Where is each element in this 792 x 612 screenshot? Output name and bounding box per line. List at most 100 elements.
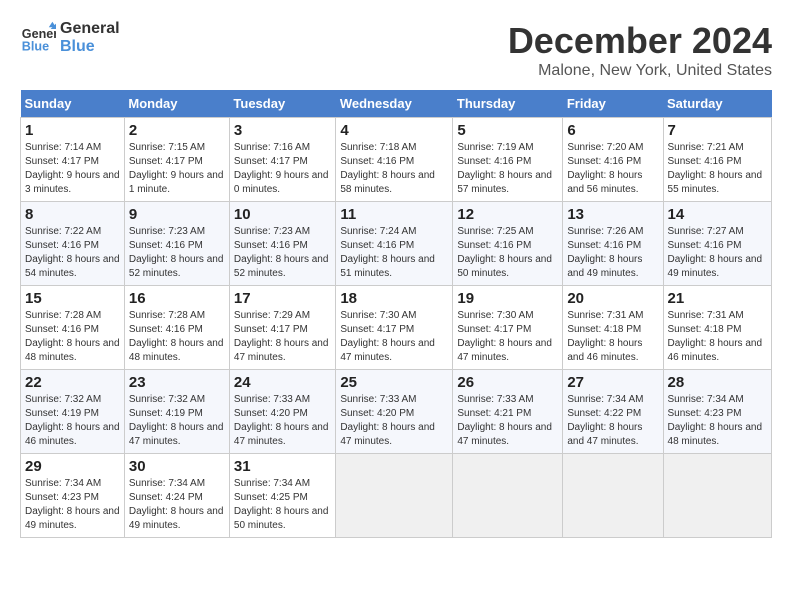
calendar-cell [663,454,771,538]
day-info: Sunrise: 7:32 AMSunset: 4:19 PMDaylight:… [129,394,224,447]
logo-line1: General [60,20,120,38]
calendar-cell [336,454,453,538]
header-sunday: Sunday [21,90,125,118]
calendar-cell: 19 Sunrise: 7:30 AMSunset: 4:17 PMDaylig… [453,286,563,370]
day-number: 25 [340,374,448,391]
day-info: Sunrise: 7:31 AMSunset: 4:18 PMDaylight:… [567,310,643,363]
day-number: 22 [25,374,120,391]
calendar-week-4: 22 Sunrise: 7:32 AMSunset: 4:19 PMDaylig… [21,370,772,454]
logo-line2: Blue [60,38,120,56]
day-info: Sunrise: 7:30 AMSunset: 4:17 PMDaylight:… [457,310,552,363]
day-number: 13 [567,206,658,223]
header-wednesday: Wednesday [336,90,453,118]
day-number: 3 [234,122,331,139]
subtitle: Malone, New York, United States [508,62,772,80]
calendar-table: SundayMondayTuesdayWednesdayThursdayFrid… [20,90,772,538]
day-info: Sunrise: 7:28 AMSunset: 4:16 PMDaylight:… [129,310,224,363]
day-number: 31 [234,458,331,475]
day-number: 19 [457,290,558,307]
day-info: Sunrise: 7:16 AMSunset: 4:17 PMDaylight:… [234,142,329,195]
day-info: Sunrise: 7:33 AMSunset: 4:20 PMDaylight:… [340,394,435,447]
logo: General Blue General Blue [20,20,120,56]
day-info: Sunrise: 7:34 AMSunset: 4:24 PMDaylight:… [129,478,224,531]
day-info: Sunrise: 7:25 AMSunset: 4:16 PMDaylight:… [457,226,552,279]
day-number: 2 [129,122,225,139]
calendar-cell: 22 Sunrise: 7:32 AMSunset: 4:19 PMDaylig… [21,370,125,454]
day-info: Sunrise: 7:21 AMSunset: 4:16 PMDaylight:… [668,142,763,195]
day-number: 15 [25,290,120,307]
day-info: Sunrise: 7:18 AMSunset: 4:16 PMDaylight:… [340,142,435,195]
day-info: Sunrise: 7:14 AMSunset: 4:17 PMDaylight:… [25,142,120,195]
calendar-cell: 6 Sunrise: 7:20 AMSunset: 4:16 PMDayligh… [563,118,663,202]
day-number: 8 [25,206,120,223]
title-area: December 2024 Malone, New York, United S… [508,20,772,80]
calendar-cell: 18 Sunrise: 7:30 AMSunset: 4:17 PMDaylig… [336,286,453,370]
calendar-week-5: 29 Sunrise: 7:34 AMSunset: 4:23 PMDaylig… [21,454,772,538]
day-info: Sunrise: 7:31 AMSunset: 4:18 PMDaylight:… [668,310,763,363]
svg-text:Blue: Blue [22,40,49,54]
day-number: 16 [129,290,225,307]
calendar-cell: 3 Sunrise: 7:16 AMSunset: 4:17 PMDayligh… [229,118,335,202]
day-info: Sunrise: 7:24 AMSunset: 4:16 PMDaylight:… [340,226,435,279]
calendar-week-2: 8 Sunrise: 7:22 AMSunset: 4:16 PMDayligh… [21,202,772,286]
day-info: Sunrise: 7:32 AMSunset: 4:19 PMDaylight:… [25,394,120,447]
day-number: 9 [129,206,225,223]
day-info: Sunrise: 7:33 AMSunset: 4:21 PMDaylight:… [457,394,552,447]
day-number: 30 [129,458,225,475]
calendar-week-3: 15 Sunrise: 7:28 AMSunset: 4:16 PMDaylig… [21,286,772,370]
day-number: 18 [340,290,448,307]
calendar-cell: 11 Sunrise: 7:24 AMSunset: 4:16 PMDaylig… [336,202,453,286]
main-title: December 2024 [508,20,772,62]
day-info: Sunrise: 7:19 AMSunset: 4:16 PMDaylight:… [457,142,552,195]
calendar-cell: 23 Sunrise: 7:32 AMSunset: 4:19 PMDaylig… [124,370,229,454]
logo-icon: General Blue [20,20,56,56]
day-info: Sunrise: 7:30 AMSunset: 4:17 PMDaylight:… [340,310,435,363]
day-number: 12 [457,206,558,223]
calendar-cell [563,454,663,538]
calendar-cell: 7 Sunrise: 7:21 AMSunset: 4:16 PMDayligh… [663,118,771,202]
day-info: Sunrise: 7:15 AMSunset: 4:17 PMDaylight:… [129,142,224,195]
day-number: 11 [340,206,448,223]
header-thursday: Thursday [453,90,563,118]
day-number: 20 [567,290,658,307]
day-info: Sunrise: 7:34 AMSunset: 4:22 PMDaylight:… [567,394,643,447]
calendar-cell: 29 Sunrise: 7:34 AMSunset: 4:23 PMDaylig… [21,454,125,538]
header: General Blue General Blue December 2024 … [20,20,772,80]
day-info: Sunrise: 7:27 AMSunset: 4:16 PMDaylight:… [668,226,763,279]
calendar-cell: 8 Sunrise: 7:22 AMSunset: 4:16 PMDayligh… [21,202,125,286]
day-number: 1 [25,122,120,139]
calendar-cell: 28 Sunrise: 7:34 AMSunset: 4:23 PMDaylig… [663,370,771,454]
day-number: 7 [668,122,767,139]
day-info: Sunrise: 7:23 AMSunset: 4:16 PMDaylight:… [129,226,224,279]
day-info: Sunrise: 7:26 AMSunset: 4:16 PMDaylight:… [567,226,643,279]
calendar-header-row: SundayMondayTuesdayWednesdayThursdayFrid… [21,90,772,118]
day-info: Sunrise: 7:28 AMSunset: 4:16 PMDaylight:… [25,310,120,363]
day-number: 17 [234,290,331,307]
day-number: 14 [668,206,767,223]
calendar-cell: 24 Sunrise: 7:33 AMSunset: 4:20 PMDaylig… [229,370,335,454]
calendar-cell: 21 Sunrise: 7:31 AMSunset: 4:18 PMDaylig… [663,286,771,370]
calendar-cell: 26 Sunrise: 7:33 AMSunset: 4:21 PMDaylig… [453,370,563,454]
calendar-cell: 31 Sunrise: 7:34 AMSunset: 4:25 PMDaylig… [229,454,335,538]
calendar-cell: 14 Sunrise: 7:27 AMSunset: 4:16 PMDaylig… [663,202,771,286]
calendar-cell: 17 Sunrise: 7:29 AMSunset: 4:17 PMDaylig… [229,286,335,370]
day-number: 23 [129,374,225,391]
calendar-cell: 25 Sunrise: 7:33 AMSunset: 4:20 PMDaylig… [336,370,453,454]
day-info: Sunrise: 7:34 AMSunset: 4:23 PMDaylight:… [25,478,120,531]
day-info: Sunrise: 7:33 AMSunset: 4:20 PMDaylight:… [234,394,329,447]
calendar-cell: 30 Sunrise: 7:34 AMSunset: 4:24 PMDaylig… [124,454,229,538]
calendar-cell [453,454,563,538]
day-info: Sunrise: 7:23 AMSunset: 4:16 PMDaylight:… [234,226,329,279]
calendar-cell: 15 Sunrise: 7:28 AMSunset: 4:16 PMDaylig… [21,286,125,370]
calendar-week-1: 1 Sunrise: 7:14 AMSunset: 4:17 PMDayligh… [21,118,772,202]
calendar-cell: 5 Sunrise: 7:19 AMSunset: 4:16 PMDayligh… [453,118,563,202]
calendar-cell: 20 Sunrise: 7:31 AMSunset: 4:18 PMDaylig… [563,286,663,370]
day-info: Sunrise: 7:34 AMSunset: 4:25 PMDaylight:… [234,478,329,531]
header-tuesday: Tuesday [229,90,335,118]
day-number: 5 [457,122,558,139]
day-info: Sunrise: 7:22 AMSunset: 4:16 PMDaylight:… [25,226,120,279]
day-number: 24 [234,374,331,391]
day-number: 28 [668,374,767,391]
calendar-cell: 4 Sunrise: 7:18 AMSunset: 4:16 PMDayligh… [336,118,453,202]
day-info: Sunrise: 7:29 AMSunset: 4:17 PMDaylight:… [234,310,329,363]
